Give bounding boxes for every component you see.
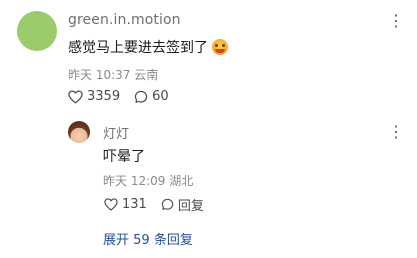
like-button[interactable]: 3359 <box>68 89 120 104</box>
reply-like-button[interactable]: 131 <box>104 197 147 212</box>
reply-actions: 131 回复 <box>104 195 218 214</box>
comment-username[interactable]: green.in.motion <box>68 12 181 28</box>
comment-text: 感觉马上要进去签到了 <box>68 37 228 57</box>
comment-bubble-icon <box>161 198 174 211</box>
more-options-icon[interactable]: ⋮ <box>388 13 405 29</box>
reply-avatar[interactable] <box>68 121 90 143</box>
reply-more-options-icon[interactable]: ⋮ <box>388 124 405 140</box>
reply-meta: 昨天 12:09 湖北 <box>103 172 193 189</box>
reply-button[interactable]: 60 <box>134 89 169 104</box>
reply-reply-button[interactable]: 回复 <box>161 195 204 214</box>
expand-prefix: 展开 <box>103 233 130 248</box>
comment-bubble-icon <box>134 90 148 104</box>
heart-icon <box>68 89 83 104</box>
expand-replies-link[interactable]: 展开 59 条回复 <box>103 229 193 248</box>
comment-thread: green.in.motion ⋮ 感觉马上要进去签到了 昨天 10:37 云南… <box>0 0 417 258</box>
reply-location: 湖北 <box>169 174 194 188</box>
comment-time: 昨天 10:37 <box>68 68 131 82</box>
expand-suffix: 条回复 <box>153 233 193 248</box>
heart-icon <box>104 198 118 211</box>
reply-like-count: 131 <box>122 197 147 212</box>
reply-reply-label: 回复 <box>177 199 204 214</box>
avatar[interactable] <box>17 11 57 51</box>
emoji-face-icon <box>212 39 228 55</box>
comment-text-body: 感觉马上要进去签到了 <box>68 40 208 56</box>
reply-time: 昨天 12:09 <box>103 174 166 188</box>
like-count: 3359 <box>87 89 121 104</box>
comment-location: 云南 <box>134 68 159 82</box>
comment-meta: 昨天 10:37 云南 <box>68 66 158 83</box>
comment-count: 60 <box>152 89 169 104</box>
reply-username[interactable]: 灯灯 <box>103 123 129 142</box>
expand-count: 59 <box>133 233 150 248</box>
comment-actions: 3359 60 <box>68 89 183 104</box>
reply-text: 吓晕了 <box>103 149 145 165</box>
